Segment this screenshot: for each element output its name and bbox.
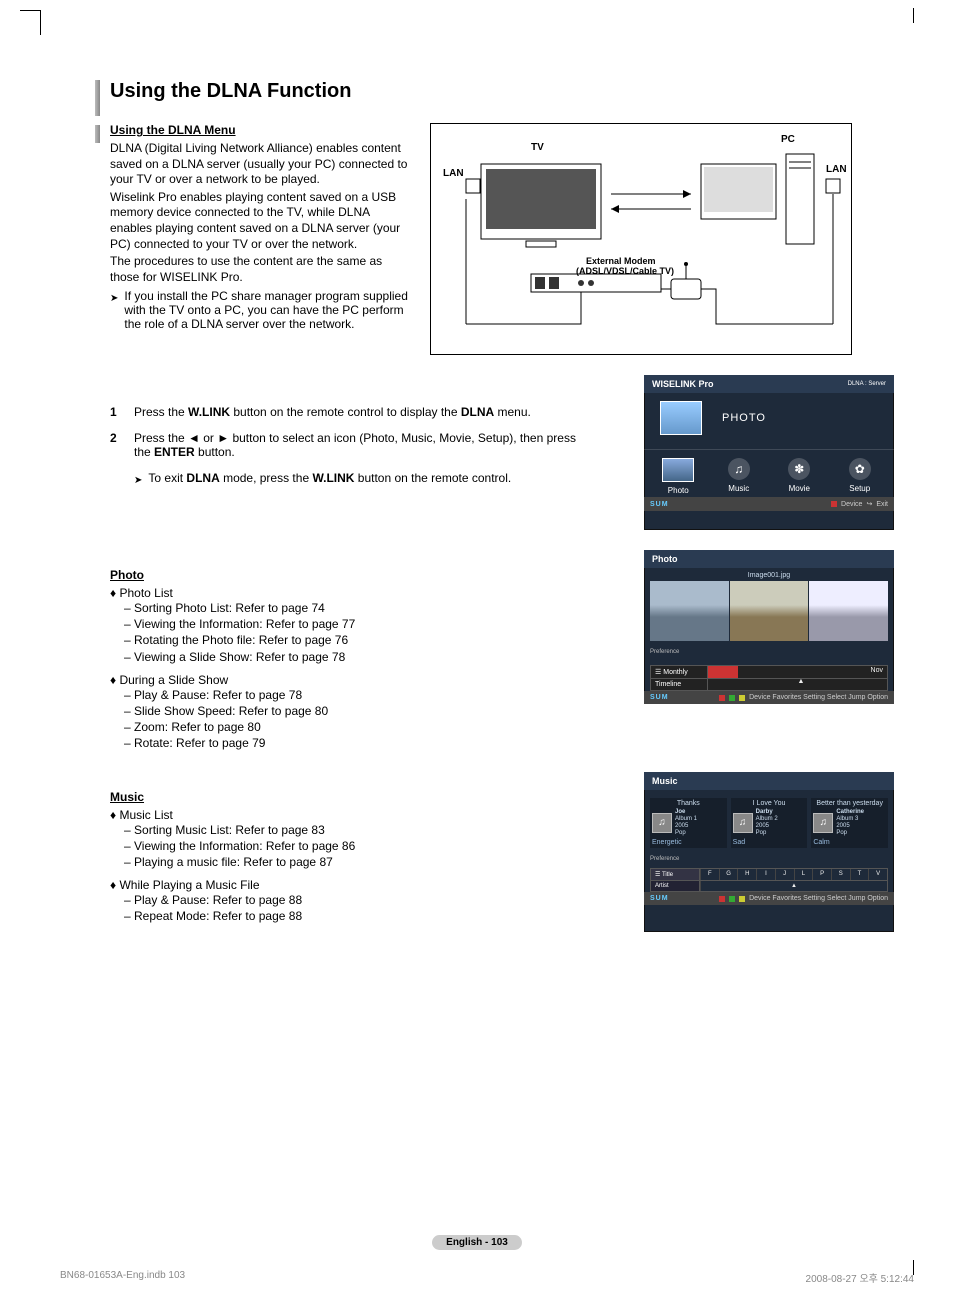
music-note-icon: ♫ (813, 813, 833, 833)
page-number-badge: English - 103 (432, 1235, 522, 1250)
photo-footer-actions: Device Favorites Setting Select Jump Opt… (719, 694, 888, 701)
mood-label-2: Sad (733, 839, 806, 846)
music-heading: Music (110, 790, 144, 804)
photo-screenshot: Photo Image001.jpg Preference ☰ Monthly … (644, 550, 894, 700)
slideshow-heading: During a Slide Show (110, 673, 590, 687)
track-title-2: I Love You (733, 800, 806, 807)
nav-item-setup: Setup (849, 484, 870, 493)
wiselink-server-label: DLNA : Server (848, 381, 886, 387)
track-title-3: Better than yesterday (813, 800, 886, 807)
nav-item-movie: Movie (789, 484, 810, 493)
wiselink-title: WISELINK Pro (652, 379, 714, 389)
gear-icon: ✿ (849, 458, 871, 480)
footer-filename: BN68-01653A-Eng.indb 103 (60, 1270, 185, 1285)
photo-list-heading: Photo List (110, 586, 590, 600)
wiselink-hero-label: PHOTO (722, 412, 766, 424)
track-title-1: Thanks (652, 800, 725, 807)
alpha-row: FGHIJLPSTV (700, 868, 888, 881)
note-bullet-icon (110, 289, 120, 331)
diagram-label-lan-right: LAN (826, 164, 847, 175)
photo-heading: Photo (110, 568, 144, 582)
nav-item-photo: Photo (668, 486, 689, 495)
intro-para-1: DLNA (Digital Living Network Alliance) e… (110, 141, 410, 188)
music-playing-items: Play & Pause: Refer to page 88 Repeat Mo… (124, 892, 590, 924)
crop-mark (40, 10, 41, 35)
photo-list-items: Sorting Photo List: Refer to page 74 Vie… (124, 600, 590, 665)
sum-label: SUM (650, 694, 669, 701)
connection-diagram: TV PC LAN LAN External Modem (ADSL/VDSL/… (430, 123, 852, 355)
step-number-1: 1 (110, 405, 124, 419)
music-list-items: Sorting Music List: Refer to page 83 Vie… (124, 822, 590, 871)
diagram-label-modem-1: External Modem (586, 256, 656, 266)
crop-mark (20, 10, 40, 11)
crop-mark (913, 8, 914, 23)
music-screenshot: Music Thanks ♫ JoeAlbum 12005Pop Energet… (644, 772, 894, 932)
photo-thumb-icon (662, 458, 694, 482)
section-rule (95, 80, 100, 116)
sort-title-label: ☰ Title (650, 868, 700, 881)
step-2-note: To exit DLNA mode, press the W.LINK butt… (148, 471, 511, 485)
music-note-icon: ♫ (652, 813, 672, 833)
red-button-icon (831, 501, 837, 507)
slideshow-items: Play & Pause: Refer to page 78 Slide Sho… (124, 687, 590, 752)
nav-item-music: Music (728, 484, 749, 493)
footer-timestamp: 2008-08-27 오후 5:12:44 (806, 1270, 914, 1285)
diagram-label-pc: PC (781, 134, 795, 145)
wiselink-screenshot: WISELINK Pro DLNA : Server PHOTO Photo ♫… (644, 375, 894, 530)
intro-para-2: Wiselink Pro enables playing content sav… (110, 190, 410, 252)
diagram-label-lan-left: LAN (443, 168, 464, 179)
diagram-label-modem-2: (ADSL/VDSL/Cable TV) (576, 266, 674, 276)
photo-filename: Image001.jpg (650, 572, 888, 579)
step-number-2: 2 (110, 431, 124, 459)
month-nov-label: Nov (871, 667, 883, 674)
page-title: Using the DLNA Function (110, 80, 894, 103)
mood-label-3: Calm (813, 839, 886, 846)
note-bullet-icon (134, 471, 144, 485)
diagram-label-tv: TV (531, 142, 544, 153)
movie-reel-icon: ✽ (788, 458, 810, 480)
intro-note: If you install the PC share manager prog… (124, 289, 410, 331)
exit-arrow-icon: ↪ (866, 500, 872, 508)
sum-label: SUM (650, 501, 669, 508)
step-2-text: Press the ◄ or ► button to select an ico… (134, 431, 590, 459)
music-playing-heading: While Playing a Music File (110, 878, 590, 892)
music-list-heading: Music List (110, 808, 590, 822)
photo-thumbnails (650, 581, 888, 641)
mood-label-1: Energetic (652, 839, 725, 846)
section-rule (95, 125, 100, 143)
photo-screen-title: Photo (652, 554, 678, 564)
music-footer-actions: Device Favorites Setting Select Jump Opt… (719, 895, 888, 902)
sum-label: SUM (650, 895, 669, 902)
exit-label: Exit (876, 501, 888, 508)
sort-timeline-label: Timeline (650, 679, 708, 691)
device-label: Device (841, 501, 862, 508)
music-note-icon: ♫ (728, 458, 750, 480)
intro-para-3: The procedures to use the content are th… (110, 254, 410, 285)
sort-monthly-label: ☰ Monthly (650, 665, 708, 679)
sort-artist-label: Artist (650, 881, 700, 892)
preference-label: Preference (650, 649, 888, 655)
music-note-icon: ♫ (733, 813, 753, 833)
preference-label: Preference (650, 856, 888, 862)
subheading-dlna-menu: Using the DLNA Menu (110, 123, 236, 137)
photo-stack-icon (660, 401, 702, 435)
music-screen-title: Music (652, 776, 678, 786)
step-1-text: Press the W.LINK button on the remote co… (134, 405, 531, 419)
